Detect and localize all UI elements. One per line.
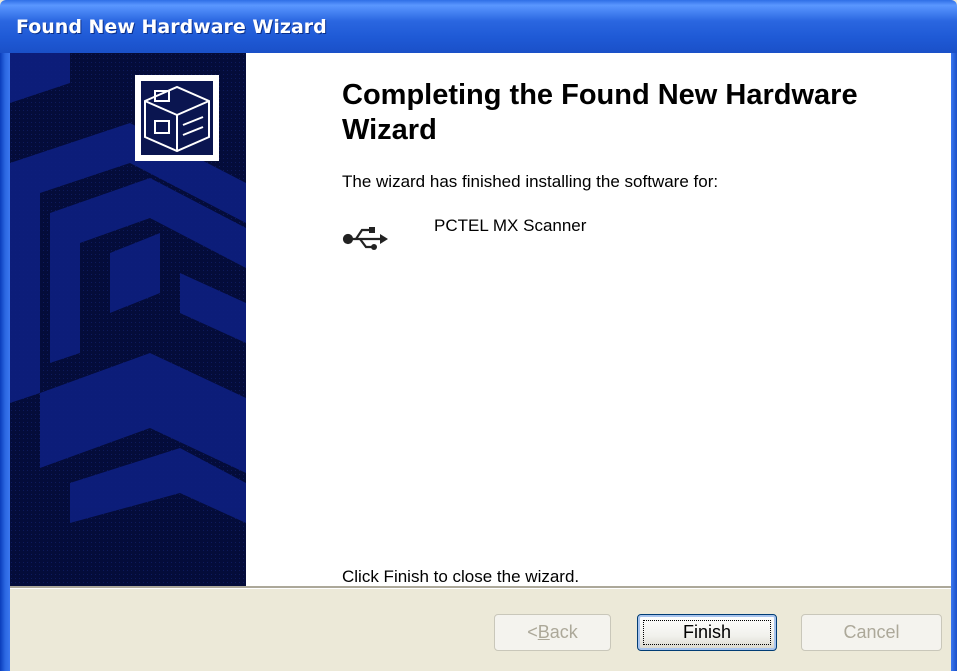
usb-icon [342,225,388,253]
page-title: Completing the Found New Hardware Wizard [342,79,858,146]
wizard-content: Completing the Found New Hardware Wizard… [246,53,951,586]
back-button-mnemonic: B [537,622,550,642]
hardware-box-icon [135,75,219,161]
focus-rectangle [643,620,771,645]
finish-button[interactable]: Finish [637,614,777,651]
cancel-button[interactable]: Cancel [801,614,942,651]
title-bar[interactable]: Found New Hardware Wizard [0,0,957,53]
finish-instruction: Click Finish to close the wizard. [342,567,580,586]
cancel-button-label: Cancel [843,622,900,642]
wizard-sidebar [10,53,246,586]
back-button-prefix: < [527,622,538,642]
window-frame-left [0,53,10,671]
back-button-label: ack [549,622,578,642]
window-frame-right [951,53,957,671]
wizard-window: Found New Hardware Wizard Completing the… [0,0,957,671]
button-divider [10,586,951,589]
window-title: Found New Hardware Wizard [16,16,327,38]
device-name: PCTEL MX Scanner [434,216,587,235]
back-button[interactable]: < Back [494,614,611,651]
intro-text: The wizard has finished installing the s… [342,172,719,191]
